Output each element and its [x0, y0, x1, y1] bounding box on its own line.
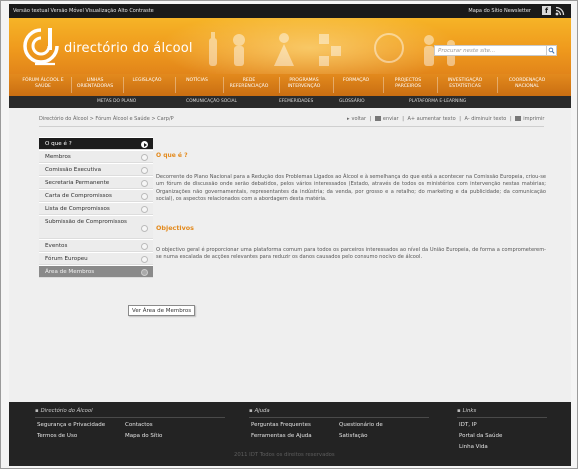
- nav-item-forum[interactable]: Fórum Álcool e Saúde: [19, 74, 67, 96]
- sidebar-item-label: O que é ?: [45, 141, 72, 147]
- chevron-right-icon: [141, 141, 148, 148]
- copyright: 2011 IDT Todos os direitos reservados: [234, 452, 335, 458]
- back-icon[interactable]: ▸: [347, 116, 350, 122]
- paragraph: O objectivo geral é proporcionar uma pla…: [156, 246, 546, 261]
- sidebar-item-commitment-list[interactable]: Lista de Compromissos: [39, 202, 153, 215]
- nav-item-research[interactable]: Investigação Estatísticas: [437, 74, 493, 96]
- sidebar-item-secretariat[interactable]: Secretaria Permanente: [39, 176, 153, 189]
- footer-link-linha-vida[interactable]: Linha Vida: [459, 444, 488, 450]
- sidebar-item-label: Área de Membros: [45, 269, 95, 275]
- subnav-item-media[interactable]: Comunicação Social: [186, 96, 237, 108]
- sidebar-item-label: Lista de Compromissos: [45, 206, 110, 212]
- main-nav: Fórum Álcool e Saúde Linhas Orientadoras…: [9, 74, 571, 96]
- chevron-right-icon: [141, 154, 148, 161]
- breadcrumb[interactable]: Directório do Álcool > Fórum Álcool e Sa…: [39, 116, 174, 122]
- footer-link-survey[interactable]: Questionário de: [339, 422, 383, 428]
- nav-item-training[interactable]: Formação: [333, 74, 379, 96]
- subnav-item-events[interactable]: Efemeridades: [279, 96, 313, 108]
- subnav-item-elearning[interactable]: Plataforma e-Learning: [409, 96, 466, 108]
- chevron-right-icon: [141, 167, 148, 174]
- page: Versão textual Versão Móvel Visualização…: [9, 4, 571, 466]
- footer-link-health-portal[interactable]: Portal da Saúde: [459, 433, 502, 439]
- mail-icon[interactable]: [374, 116, 381, 121]
- rss-icon[interactable]: [555, 6, 565, 16]
- section-heading: O que é ?: [156, 152, 188, 159]
- footer-link-satisfaction[interactable]: Satisfação: [339, 433, 367, 439]
- sidebar-item-label: Membros: [45, 154, 71, 160]
- nav-item-programs[interactable]: Programas Intervenção: [279, 74, 329, 96]
- nav-item-network[interactable]: Rede Referenciação: [223, 74, 275, 96]
- chevron-right-icon: [141, 256, 148, 263]
- sidebar-item-label: Comissão Executiva: [45, 167, 102, 173]
- sitemap-newsletter-links[interactable]: Mapa do Sítio Newsletter: [468, 4, 531, 18]
- chevron-right-icon: [141, 225, 148, 232]
- site-footer: Directório do Álcool Segurança e Privaci…: [9, 402, 571, 466]
- logo-text[interactable]: directório do álcool: [64, 41, 193, 56]
- nav-item-guidelines[interactable]: Linhas Orientadoras: [71, 74, 119, 96]
- divider: [249, 417, 429, 418]
- header-illustration: [209, 32, 455, 66]
- paragraph: Decorrente do Plano Nacional para a Redu…: [156, 174, 546, 203]
- facebook-icon[interactable]: f: [542, 6, 551, 15]
- print-icon[interactable]: [515, 116, 522, 121]
- subnav-item-goals[interactable]: Metas do Plano: [97, 96, 136, 108]
- sidebar-item-label: Secretaria Permanente: [45, 180, 110, 186]
- sidebar-item-members[interactable]: Membros: [39, 150, 153, 163]
- sidebar-item-label: Eventos: [45, 243, 68, 249]
- footer-heading: Ajuda: [249, 408, 270, 414]
- decrease-text-link[interactable]: A- diminuir texto: [465, 116, 507, 122]
- site-header: directório do álcool Procurar neste site…: [9, 18, 571, 74]
- sidebar-item-charter[interactable]: Carta de Compromissos: [39, 189, 153, 202]
- sidebar-item-label: Fórum Europeu: [45, 256, 88, 262]
- sidebar-item-executive[interactable]: Comissão Executiva: [39, 163, 153, 176]
- tooltip: Ver Área de Membros: [128, 305, 196, 316]
- send-link[interactable]: enviar: [383, 116, 399, 122]
- chevron-right-icon: [141, 243, 148, 250]
- subnav-item-glossary[interactable]: Glossário: [339, 96, 365, 108]
- search-icon[interactable]: [547, 45, 557, 56]
- sidebar-item-label: Carta de Compromissos: [45, 193, 112, 199]
- chevron-right-icon: [141, 206, 148, 213]
- print-link[interactable]: imprimir: [523, 116, 544, 122]
- nav-item-projects[interactable]: Projectos Parceiros: [383, 74, 433, 96]
- footer-link-faq[interactable]: Perguntas Frequentes: [251, 422, 311, 428]
- main-content: O que é ? Decorrente do Plano Nacional p…: [156, 152, 546, 261]
- chevron-right-icon: [141, 269, 148, 276]
- page-tools: ▸ voltar | enviar | A+ aumentar texto | A…: [347, 116, 545, 122]
- back-link[interactable]: voltar: [352, 116, 367, 122]
- footer-link-privacy[interactable]: Segurança e Privacidade: [37, 422, 105, 428]
- footer-link-contacts[interactable]: Contactos: [125, 422, 153, 428]
- chevron-right-icon: [141, 193, 148, 200]
- sidebar-item-submission[interactable]: Submissão de Compromissos: [39, 215, 153, 239]
- footer-link-help-tools[interactable]: Ferramentas de Ajuda: [251, 433, 312, 439]
- footer-link-terms[interactable]: Termos de Uso: [37, 433, 77, 439]
- sidebar-item-members-area[interactable]: Área de Membros: [39, 265, 153, 278]
- utility-bar: Versão textual Versão Móvel Visualização…: [9, 4, 571, 18]
- sidebar-item-what-is[interactable]: O que é ?: [39, 137, 153, 150]
- logo-icon[interactable]: [21, 26, 61, 68]
- sidebar-item-events[interactable]: Eventos: [39, 239, 153, 252]
- divider: [457, 417, 547, 418]
- accessibility-links[interactable]: Versão textual Versão Móvel Visualização…: [13, 4, 154, 18]
- sidebar-item-european-forum[interactable]: Fórum Europeu: [39, 252, 153, 265]
- footer-link-sitemap[interactable]: Mapa do Sítio: [125, 433, 162, 439]
- search-input[interactable]: Procurar neste site...: [434, 45, 547, 56]
- footer-link-idt[interactable]: IDT, IP: [459, 422, 477, 428]
- chevron-right-icon: [141, 180, 148, 187]
- divider: [35, 417, 225, 418]
- divider: [39, 126, 544, 127]
- browser-frame: Versão textual Versão Móvel Visualização…: [0, 0, 578, 469]
- footer-heading: Directório do Álcool: [35, 408, 93, 414]
- section-heading: Objectivos: [156, 223, 194, 232]
- nav-item-news[interactable]: Notícias: [175, 74, 219, 96]
- sidebar-menu: O que é ? Membros Comissão Executiva Sec…: [39, 137, 153, 278]
- nav-item-coordination[interactable]: Coordenação Nacional: [497, 74, 557, 96]
- increase-text-link[interactable]: A+ aumentar texto: [407, 116, 455, 122]
- sub-nav: Metas do Plano Comunicação Social Efemer…: [9, 96, 571, 108]
- footer-heading: Links: [457, 408, 477, 414]
- sidebar-item-label: Submissão de Compromissos: [45, 219, 127, 225]
- nav-item-legislation[interactable]: Legislação: [123, 74, 171, 96]
